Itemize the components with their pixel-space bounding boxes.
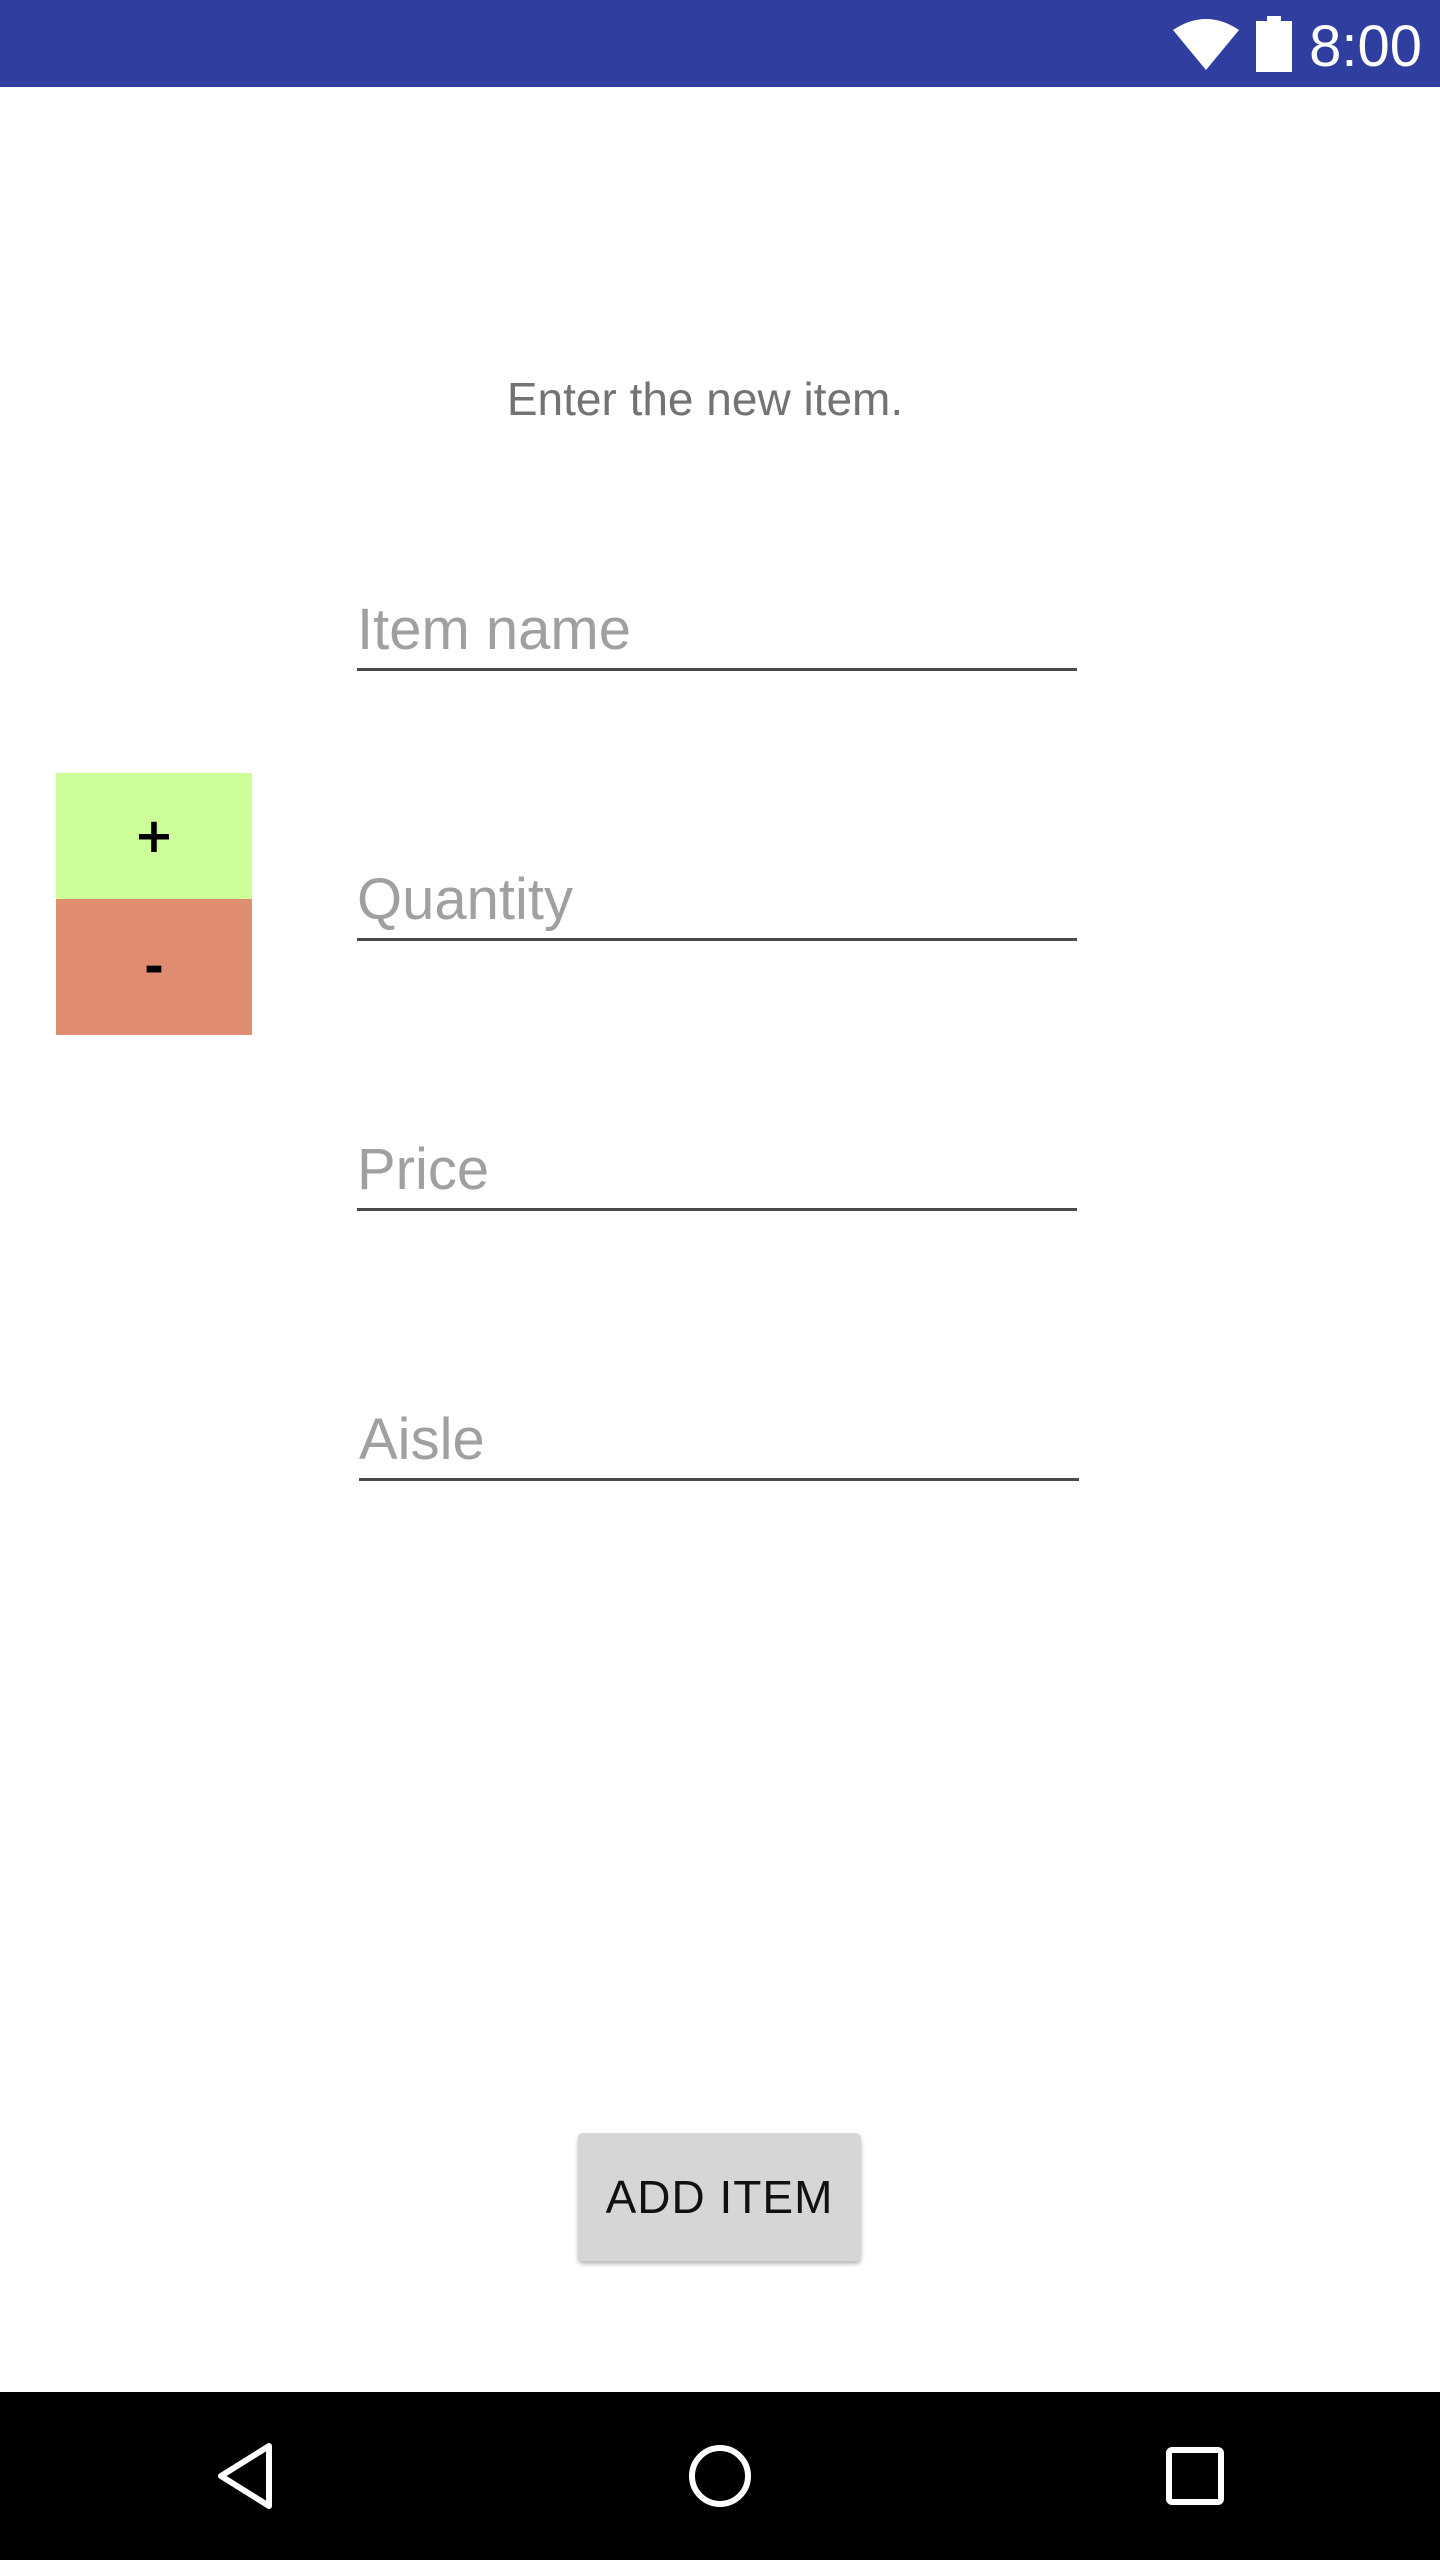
back-button[interactable] (165, 2392, 325, 2560)
item-name-input[interactable] (357, 591, 1077, 671)
back-icon (218, 2443, 272, 2509)
navigation-bar (0, 2392, 1440, 2560)
decrement-button[interactable]: - (56, 899, 252, 1035)
status-time: 8:00 (1309, 13, 1422, 79)
instruction-text: Enter the new item. (506, 373, 904, 425)
aisle-input[interactable] (359, 1401, 1079, 1481)
price-input[interactable] (357, 1131, 1077, 1211)
home-button[interactable] (640, 2392, 800, 2560)
increment-button[interactable]: + (56, 773, 252, 899)
status-icons: 8:00 (1171, 0, 1422, 87)
status-bar: 8:00 (0, 0, 1440, 87)
wifi-icon (1173, 18, 1240, 70)
quantity-stepper: + - (56, 773, 252, 1035)
recent-apps-button[interactable] (1115, 2392, 1275, 2560)
recent-apps-icon (1166, 2447, 1224, 2505)
quantity-input[interactable] (357, 861, 1077, 941)
battery-icon (1256, 15, 1293, 72)
add-item-button[interactable]: ADD ITEM (578, 2133, 861, 2261)
home-icon (689, 2445, 751, 2507)
